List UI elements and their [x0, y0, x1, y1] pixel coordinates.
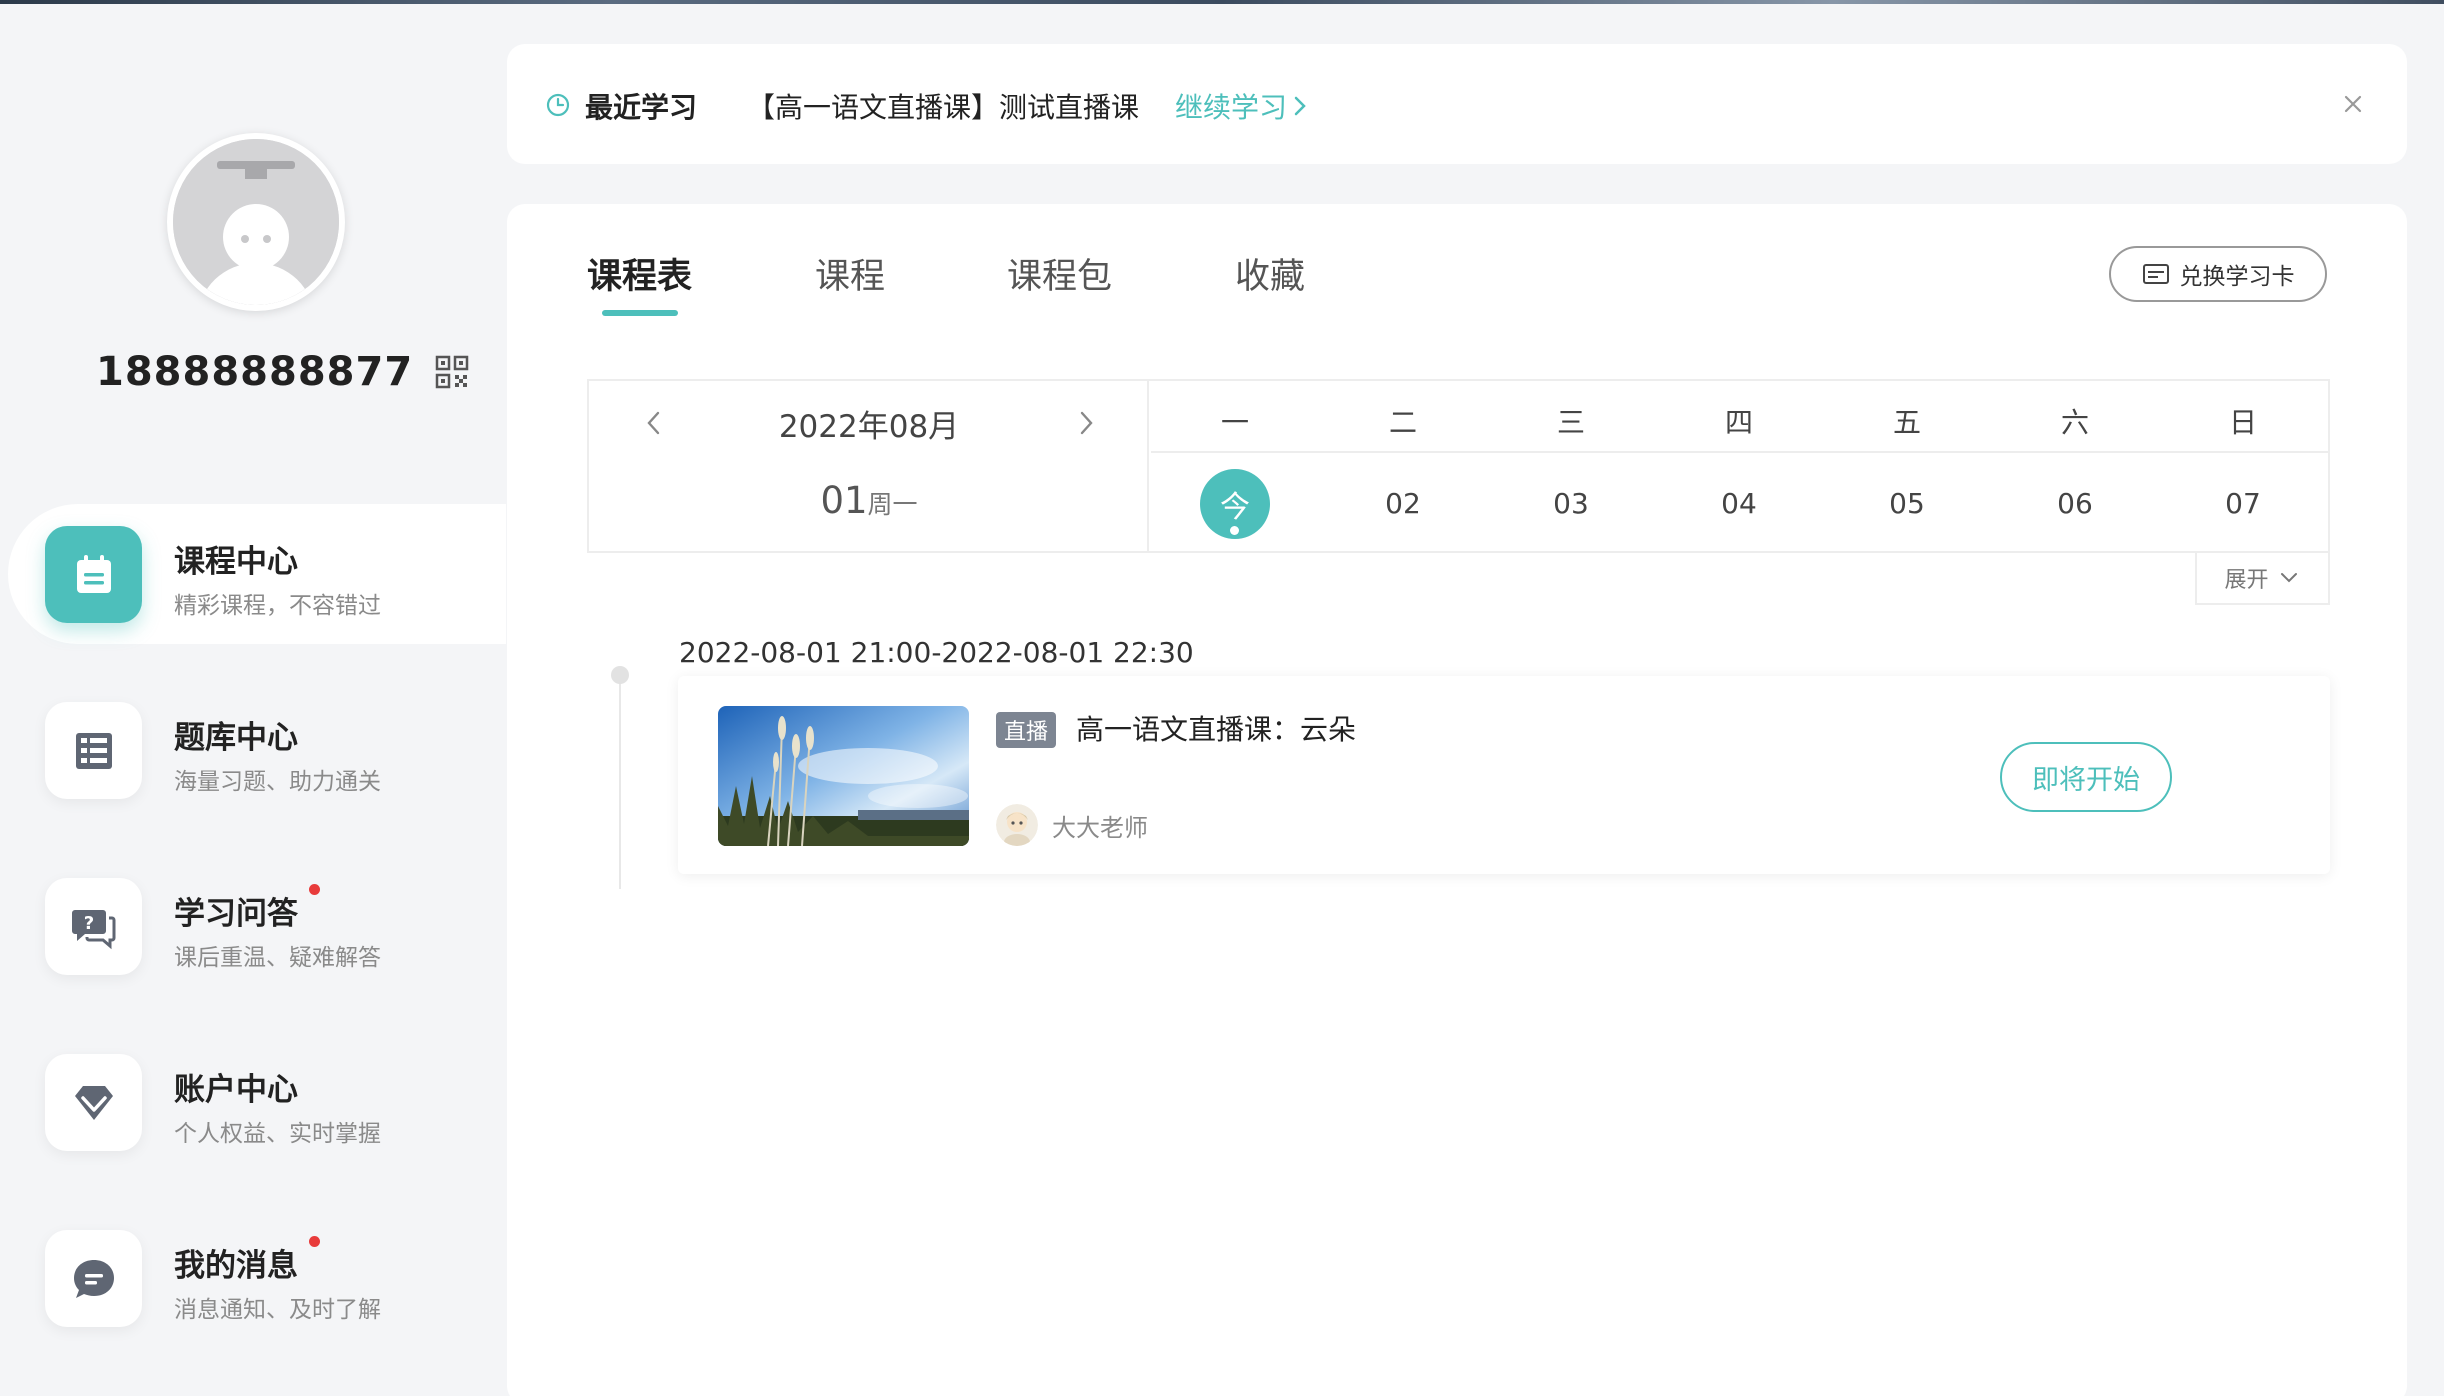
schedule-course-card[interactable]: 直播 高一语文直播课：云朵 大大老师 即将开始 [678, 676, 2330, 874]
expand-calendar-button[interactable]: 展开 [2195, 553, 2330, 605]
weekday-label: 日 [2228, 406, 2257, 439]
timeline-dot [611, 666, 629, 684]
continue-study-link[interactable]: 继续学习 [1175, 86, 1309, 126]
weekday-label: 四 [1724, 406, 1753, 439]
date-cell[interactable]: 05 [1823, 487, 1991, 520]
tab-courses[interactable]: 课程 [815, 248, 885, 299]
teacher-avatar [996, 804, 1038, 846]
calendar-month-panel: 2022年08月 01周一 [589, 381, 1149, 551]
calendar-month: 2022年08月 [778, 409, 960, 445]
tab-schedule[interactable]: 课程表 [587, 248, 692, 299]
nav-icon-box [45, 1054, 142, 1151]
tab-favorites[interactable]: 收藏 [1235, 248, 1305, 299]
course-thumbnail[interactable] [718, 706, 969, 846]
recent-course-title: 【高一语文直播课】测试直播课 [747, 91, 1140, 124]
timeline-line [619, 674, 621, 889]
nav-subtitle: 个人权益、实时掌握 [174, 1121, 381, 1147]
nav-item-course-center[interactable]: 课程中心 精彩课程，不容错过 [8, 504, 506, 644]
close-icon[interactable] [2333, 84, 2373, 124]
schedule-time: 2022-08-01 21:00-2022-08-01 22:30 [679, 636, 1194, 669]
date-cell[interactable]: 07 [2159, 487, 2327, 520]
weekday-label: 六 [2060, 406, 2089, 439]
weekday-label: 一 [1220, 406, 1249, 439]
clock-icon [546, 93, 570, 117]
nav-title: 课程中心 [174, 544, 298, 580]
svg-text:?: ? [83, 913, 93, 934]
continue-study-label: 继续学习 [1175, 91, 1288, 124]
teacher-name: 大大老师 [1052, 814, 1148, 842]
phone-row: 18888888877 [96, 349, 469, 395]
chevron-right-icon [1294, 96, 1306, 116]
user-avatar[interactable] [167, 133, 345, 311]
nav-item-messages[interactable]: 我的消息 消息通知、及时了解 [0, 1208, 506, 1348]
nav-item-account[interactable]: 账户中心 个人权益、实时掌握 [0, 1032, 506, 1172]
qr-code-icon[interactable] [435, 355, 469, 389]
recent-study-bar: 最近学习 【高一语文直播课】测试直播课 继续学习 [507, 44, 2407, 164]
nav-title: 学习问答 [174, 896, 298, 932]
nav-subtitle: 课后重温、疑难解答 [174, 945, 381, 971]
nav-icon-box: ? [45, 878, 142, 975]
question-chat-icon: ? [71, 909, 115, 949]
nav-icon-box [45, 702, 142, 799]
date-cell[interactable]: 03 [1487, 487, 1655, 520]
nav-item-question-bank[interactable]: 题库中心 海量习题、助力通关 [0, 680, 506, 820]
date-cell[interactable]: 06 [1991, 487, 2159, 520]
diamond-icon [74, 1085, 113, 1120]
active-tab-indicator [602, 310, 678, 316]
date-today-label: 今 [1220, 490, 1250, 525]
nav-subtitle: 消息通知、及时了解 [174, 1297, 381, 1323]
message-icon [73, 1259, 114, 1298]
nav-title: 我的消息 [174, 1248, 298, 1284]
selected-day: 01 [820, 479, 868, 522]
list-icon [75, 732, 112, 769]
week-calendar: 2022年08月 01周一 一 二 三 四 五 六 日 今 02 03 04 0… [587, 379, 2330, 553]
today-dot [1230, 526, 1239, 535]
nav-subtitle: 海量习题、助力通关 [174, 769, 381, 795]
unread-badge [309, 884, 320, 895]
sidebar: 18888888877 课程中心 精彩课程，不容错过 题库中心 海量习题、助力通… [0, 4, 506, 1396]
calendar-icon [76, 554, 111, 593]
tab-course-packages[interactable]: 课程包 [1007, 248, 1112, 299]
nav-title: 题库中心 [174, 720, 298, 756]
card-icon [2142, 264, 2169, 284]
nav-icon-box [45, 1230, 142, 1327]
main-panel: 课程表 课程 课程包 收藏 兑换学习卡 2022年08月 01周一 一 二 三 … [507, 204, 2407, 1396]
nav-icon-box [45, 526, 142, 623]
chevron-down-icon [2280, 573, 2297, 583]
selected-weekday: 周一 [867, 490, 918, 519]
chevron-right-icon[interactable] [1071, 403, 1101, 443]
recent-label: 最近学习 [585, 91, 698, 124]
unread-badge [309, 1236, 320, 1247]
user-phone: 18888888877 [96, 349, 414, 395]
course-title[interactable]: 高一语文直播课：云朵 [1076, 708, 1356, 748]
date-cell[interactable]: 02 [1319, 487, 1487, 520]
nav-subtitle: 精彩课程，不容错过 [174, 593, 381, 619]
date-cell[interactable]: 04 [1655, 487, 1823, 520]
weekday-header: 一 二 三 四 五 六 日 [1151, 381, 2328, 453]
live-badge: 直播 [996, 712, 1057, 748]
calendar-week-panel: 一 二 三 四 五 六 日 今 02 03 04 05 06 07 [1151, 381, 2328, 551]
weekday-label: 二 [1388, 406, 1417, 439]
weekday-label: 五 [1892, 406, 1921, 439]
selected-date: 01周一 [589, 479, 1149, 522]
weekday-label: 三 [1556, 406, 1585, 439]
nav-title: 账户中心 [174, 1072, 298, 1108]
redeem-card-button[interactable]: 兑换学习卡 [2109, 246, 2327, 302]
redeem-card-label: 兑换学习卡 [2179, 264, 2295, 290]
nav-item-qa[interactable]: ? 学习问答 课后重温、疑难解答 [0, 856, 506, 996]
starting-soon-button[interactable]: 即将开始 [2000, 742, 2172, 812]
expand-label: 展开 [2224, 568, 2269, 593]
date-today[interactable]: 今 [1200, 469, 1270, 539]
